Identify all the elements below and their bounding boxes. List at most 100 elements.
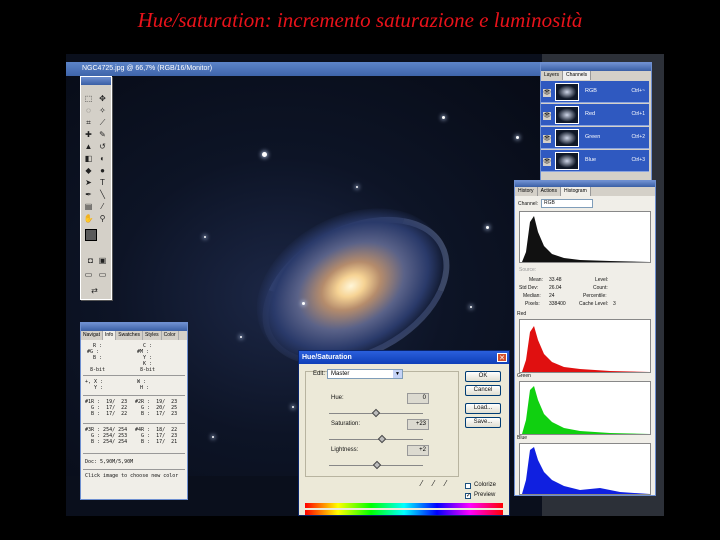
foreground-color-swatch[interactable] — [85, 229, 97, 241]
percentile-label: Percentile: — [583, 293, 607, 299]
histogram-rgb-svg — [522, 216, 650, 262]
save-button[interactable]: Save... — [465, 417, 501, 428]
cache-value: 3 — [613, 301, 616, 307]
channels-panel-header[interactable] — [541, 63, 651, 71]
preview-checkbox[interactable]: ✓ — [465, 493, 471, 499]
histogram-red-area — [522, 326, 650, 372]
lasso-tool-icon[interactable]: ◌ — [83, 105, 94, 116]
channel-row-blue[interactable]: 👁 Blue Ctrl+3 — [541, 150, 649, 172]
tab-navigator[interactable]: Navigat — [81, 331, 103, 340]
chevron-down-icon[interactable]: ▼ — [393, 370, 402, 378]
eye-icon[interactable]: 👁 — [543, 158, 551, 166]
full-screen-icon[interactable]: ▭ — [97, 269, 108, 280]
hand-tool-icon[interactable]: ✋ — [83, 213, 94, 224]
healing-tool-icon[interactable]: ✚ — [83, 129, 94, 140]
info-sampler-3: #3R : 254/ 254 G : 254/ 253 B : 254/ 254 — [85, 427, 128, 445]
quick-mask-icon[interactable]: ◘ — [85, 255, 96, 266]
tab-channels[interactable]: Channels — [563, 71, 592, 80]
info-panel: Navigat Info Swatches Styles Color R : #… — [80, 322, 188, 500]
imageready-icon[interactable]: ⇄ — [89, 285, 100, 296]
info-cmyk-readout: C : #M : Y : K : 8-bit — [137, 343, 156, 373]
channel-row-red[interactable]: 👁 Red Ctrl+1 — [541, 104, 649, 126]
star — [442, 116, 445, 119]
standard-screen-icon[interactable]: ▭ — [83, 269, 94, 280]
shape-tool-icon[interactable]: ╲ — [97, 189, 108, 200]
tab-layers[interactable]: Layers — [541, 71, 564, 80]
crop-tool-icon[interactable]: ⌗ — [83, 117, 94, 128]
channels-panel-tabs: Layers Channels — [541, 71, 651, 80]
move-tool-icon[interactable]: ✥ — [97, 93, 108, 104]
eyedropper-icon[interactable]: ⁄ — [421, 479, 422, 488]
channel-name: RGB — [585, 88, 597, 94]
histogram-blue-area — [522, 447, 650, 494]
tab-info[interactable]: Info — [102, 331, 117, 340]
channel-row-rgb[interactable]: 👁 RGB Ctrl+~ — [541, 81, 649, 103]
stamp-tool-icon[interactable]: ▲ — [83, 141, 94, 152]
edit-select[interactable]: Master ▼ — [327, 369, 403, 379]
channels-panel: Layers Channels 👁 RGB Ctrl+~ 👁 Red Ctrl+… — [540, 62, 652, 182]
tab-styles[interactable]: Styles — [143, 331, 162, 340]
pixels-label: Pixels: — [525, 301, 540, 307]
toolbox-header[interactable] — [81, 77, 111, 85]
brush-tool-icon[interactable]: ✎ — [97, 129, 108, 140]
tab-history[interactable]: History — [515, 187, 538, 196]
tab-histogram[interactable]: Histogram — [560, 187, 591, 196]
hue-saturation-dialog: Hue/Saturation ✕ Edit: Master ▼ Hue: 0 S… — [298, 350, 510, 516]
marquee-tool-icon[interactable]: ⬚ — [83, 93, 94, 104]
eyedropper-minus-icon[interactable]: ⁄ — [445, 479, 446, 488]
histogram-panel: History Actions Histogram Channel: RGB S… — [514, 180, 656, 496]
gradient-tool-icon[interactable]: ◐ — [97, 153, 108, 164]
star — [262, 152, 267, 157]
colorize-label: Colorize — [474, 482, 497, 488]
eye-icon[interactable]: 👁 — [543, 112, 551, 120]
blur-tool-icon[interactable]: ◆ — [83, 165, 94, 176]
eyedropper-tool-icon[interactable]: ⁄ — [97, 201, 108, 212]
dodge-tool-icon[interactable]: ● — [97, 165, 108, 176]
level-label: Level: — [595, 277, 609, 283]
tab-actions[interactable]: Actions — [538, 187, 561, 196]
info-hint: Click image to choose new color — [85, 473, 179, 479]
dialog-title[interactable]: Hue/Saturation — [299, 351, 509, 364]
info-sampler-2: #2R : 19/ 23 G : 20/ 25 B : 17/ 23 — [135, 399, 178, 417]
tab-swatches[interactable]: Swatches — [116, 331, 143, 340]
notes-tool-icon[interactable]: ▤ — [83, 201, 94, 212]
channel-select[interactable]: RGB — [541, 199, 593, 208]
tab-color[interactable]: Color — [162, 331, 179, 340]
lightness-label: Lightness: — [331, 447, 359, 453]
info-wh-readout: W : H : — [137, 379, 150, 391]
edit-label: Edit: — [313, 371, 326, 377]
close-icon[interactable]: ✕ — [497, 353, 507, 362]
eye-icon[interactable]: 👁 — [543, 135, 551, 143]
saturation-value-field[interactable]: +23 — [407, 419, 429, 430]
source-label: Source: — [519, 267, 537, 273]
zoom-tool-icon[interactable]: ⚲ — [97, 213, 108, 224]
histogram-green-area — [522, 386, 650, 434]
hue-value-field[interactable]: 0 — [407, 393, 429, 404]
saturation-slider-track[interactable] — [329, 439, 423, 440]
colorize-checkbox[interactable] — [465, 483, 471, 489]
lightness-value-field[interactable]: +2 — [407, 445, 429, 456]
histogram-panel-tabs: History Actions Histogram — [515, 187, 655, 196]
info-panel-header[interactable] — [81, 323, 187, 331]
info-separator — [83, 395, 185, 396]
slice-tool-icon[interactable]: ⟋ — [97, 117, 108, 128]
magic-wand-tool-icon[interactable]: ✧ — [97, 105, 108, 116]
channel-label: Channel: — [518, 201, 539, 207]
eye-icon[interactable]: 👁 — [543, 89, 551, 97]
histogram-blue-plot — [519, 443, 651, 495]
path-select-tool-icon[interactable]: ➤ — [83, 177, 94, 188]
pixels-value: 338400 — [549, 301, 566, 307]
channel-row-green[interactable]: 👁 Green Ctrl+2 — [541, 127, 649, 149]
histogram-rgb-plot — [519, 211, 651, 263]
cancel-button[interactable]: Cancel — [465, 385, 501, 396]
load-button[interactable]: Load... — [465, 403, 501, 414]
image-window-title[interactable]: NGC4725.jpg @ 66,7% (RGB/16/Monitor) — [66, 62, 542, 76]
info-separator — [83, 423, 185, 424]
eyedropper-plus-icon[interactable]: ⁄ — [433, 479, 434, 488]
screen-mode-icon[interactable]: ▣ — [97, 255, 108, 266]
eraser-tool-icon[interactable]: ◧ — [83, 153, 94, 164]
ok-button[interactable]: OK — [465, 371, 501, 382]
type-tool-icon[interactable]: T — [97, 177, 108, 188]
history-brush-tool-icon[interactable]: ↺ — [97, 141, 108, 152]
pen-tool-icon[interactable]: ✒ — [83, 189, 94, 200]
